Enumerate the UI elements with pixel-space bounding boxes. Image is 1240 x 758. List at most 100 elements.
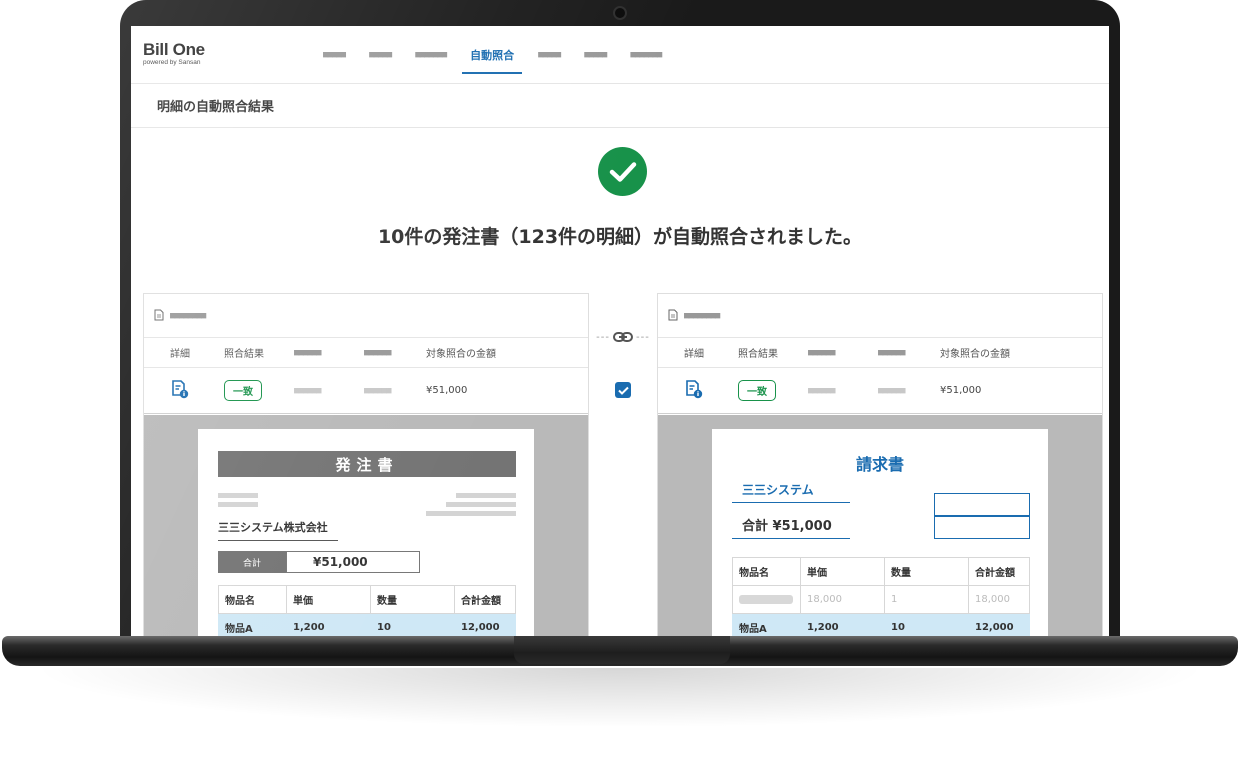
- col4-cell: ■■■■■■: [364, 385, 392, 396]
- link-icon: [613, 328, 633, 347]
- table-header-cell: 数量: [884, 557, 969, 586]
- amount-cell: ¥51,000: [426, 385, 468, 396]
- camera-icon: [613, 6, 627, 20]
- table-header: 詳細 照合結果 ■■■■■■ ■■■■■■ 対象照合の金額: [658, 338, 1102, 368]
- table-cell: 18,000: [800, 585, 885, 614]
- po-total-label: 合計: [218, 551, 286, 573]
- invoice-items-table: 物品名 単価 数量 合計金額 18,000 1 18,000 物品A 1,200: [732, 557, 1030, 638]
- screen: Bill One powered by Sansan ■■■■■ ■■■■■ ■…: [131, 26, 1109, 638]
- app-header: Bill One powered by Sansan ■■■■■ ■■■■■ ■…: [131, 26, 1109, 84]
- nav-item-1[interactable]: ■■■■■: [311, 26, 357, 84]
- po-title: 発注書: [218, 451, 516, 477]
- table-cell: 物品A: [732, 613, 801, 638]
- nav-label: ■■■■■■■: [630, 50, 662, 60]
- table-row: 物品A 1,200 10 12,000: [732, 613, 1030, 638]
- header-result: 照合結果: [224, 349, 264, 360]
- header-amount: 対象照合の金額: [940, 349, 1010, 360]
- laptop-shadow: [30, 668, 1210, 728]
- panel-title-text: ■■■■■■■■: [170, 310, 206, 321]
- po-company: 三三システム株式会社: [218, 519, 338, 541]
- table-cell: 18,000: [968, 585, 1030, 614]
- nav-item-5[interactable]: ■■■■■: [526, 26, 572, 84]
- table-header-cell: 物品名: [732, 557, 801, 586]
- document-preview-area: 発注書 三三システム株式会社 合計 ¥51,000 物品名 単価 数量 合計金額: [144, 415, 588, 638]
- nav-label: ■■■■■: [538, 50, 561, 60]
- match-checkbox[interactable]: [615, 382, 631, 398]
- match-badge: 一致: [224, 380, 262, 401]
- nav-item-7[interactable]: ■■■■■■■: [618, 26, 673, 84]
- placeholder-block: [218, 502, 258, 507]
- table-row: 18,000 1 18,000: [732, 585, 1030, 614]
- page-title: 明細の自動照合結果: [131, 84, 1109, 128]
- header-col4: ■■■■■■: [364, 347, 392, 358]
- panel-title-text: ■■■■■■■■: [684, 310, 720, 321]
- nav-label: ■■■■■: [323, 50, 346, 60]
- col3-cell: ■■■■■■: [808, 385, 836, 396]
- nav-label: ■■■■■: [584, 50, 607, 60]
- panel-title: ■■■■■■■■: [144, 294, 588, 338]
- nav-item-auto-matching[interactable]: 自動照合: [458, 26, 526, 84]
- table-row[interactable]: 一致 ■■■■■■ ■■■■■■ ¥51,000: [144, 368, 588, 414]
- document-icon: [154, 306, 164, 325]
- table-header-row: 物品名 単価 数量 合計金額: [218, 585, 516, 614]
- table-cell: [732, 585, 801, 614]
- panel-title: ■■■■■■■■: [658, 294, 1102, 338]
- success-check-icon: [598, 147, 647, 196]
- logo-subtext: powered by Sansan: [143, 59, 201, 66]
- detail-cell: [658, 379, 738, 402]
- nav-item-3[interactable]: ■■■■■■■: [403, 26, 458, 84]
- link-connector: --- ---: [589, 328, 657, 347]
- nav-item-6[interactable]: ■■■■■: [572, 26, 618, 84]
- header-col3: ■■■■■■: [808, 347, 836, 358]
- invoice-title: 請求書: [855, 455, 904, 474]
- laptop-hinge-notch: [514, 636, 730, 664]
- amount-cell: ¥51,000: [940, 385, 982, 396]
- result-cell: 一致: [738, 380, 808, 401]
- table-cell: 1,200: [800, 613, 885, 638]
- table-header: 詳細 照合結果 ■■■■■■ ■■■■■■ 対象照合の金額: [144, 338, 588, 368]
- dash-line: ---: [596, 332, 610, 343]
- placeholder-block: [446, 502, 516, 507]
- header-col3: ■■■■■■: [294, 347, 322, 358]
- table-row[interactable]: 一致 ■■■■■■ ■■■■■■ ¥51,000: [658, 368, 1102, 414]
- document-preview-area: 請求書 三三システム 合計 ¥51,000 物品名 単価 数量 合計金額 18,…: [658, 415, 1102, 638]
- invoice-stamp-box: [934, 493, 1030, 539]
- placeholder-block: [456, 493, 516, 498]
- table-cell: 物品A: [218, 613, 287, 638]
- link-column: --- ---: [589, 293, 657, 638]
- table-cell: 1,200: [286, 613, 371, 638]
- table-header-cell: 数量: [370, 585, 455, 614]
- table-cell: 10: [370, 613, 455, 638]
- table-cell: 12,000: [454, 613, 516, 638]
- document-icon: [668, 306, 678, 325]
- nav-item-2[interactable]: ■■■■■: [357, 26, 403, 84]
- invoice-company: 三三システム: [732, 481, 850, 503]
- table-header-cell: 単価: [286, 585, 371, 614]
- header-detail: 詳細: [684, 349, 704, 360]
- main-nav: ■■■■■ ■■■■■ ■■■■■■■ 自動照合 ■■■■■ ■■■■■ ■■■…: [311, 26, 673, 84]
- result-cell: 一致: [224, 380, 294, 401]
- invoice-document: 請求書 三三システム 合計 ¥51,000 物品名 単価 数量 合計金額 18,…: [712, 429, 1048, 638]
- invoice-total: 合計 ¥51,000: [732, 515, 850, 539]
- bill-one-logo[interactable]: Bill One powered by Sansan: [143, 40, 205, 66]
- detail-info-icon[interactable]: [684, 380, 704, 402]
- nav-label: 自動照合: [470, 49, 515, 62]
- po-items-table: 物品名 単価 数量 合計金額 物品A 1,200 10 12,000: [218, 585, 516, 638]
- header-result: 照合結果: [738, 349, 778, 360]
- po-total-value: ¥51,000: [286, 551, 420, 573]
- invoice-panel: ■■■■■■■■ 詳細 照合結果 ■■■■■■ ■■■■■■ 対象照合の金額 一…: [657, 293, 1103, 638]
- table-cell: 12,000: [968, 613, 1030, 638]
- placeholder-block: [739, 594, 793, 604]
- success-message: 10件の発注書（123件の明細）が自動照合されました。: [377, 226, 863, 248]
- nav-label: ■■■■■: [369, 50, 392, 60]
- purchase-order-panel: ■■■■■■■■ 詳細 照合結果 ■■■■■■ ■■■■■■ 対象照合の金額 一…: [143, 293, 589, 638]
- header-detail: 詳細: [170, 349, 190, 360]
- header-col4: ■■■■■■: [878, 347, 906, 358]
- detail-info-icon[interactable]: [170, 380, 190, 402]
- purchase-order-document: 発注書 三三システム株式会社 合計 ¥51,000 物品名 単価 数量 合計金額: [198, 429, 534, 638]
- detail-cell: [144, 379, 224, 402]
- po-total: 合計 ¥51,000: [218, 551, 420, 573]
- table-cell: 1: [884, 585, 969, 614]
- match-badge: 一致: [738, 380, 776, 401]
- table-header-cell: 単価: [800, 557, 885, 586]
